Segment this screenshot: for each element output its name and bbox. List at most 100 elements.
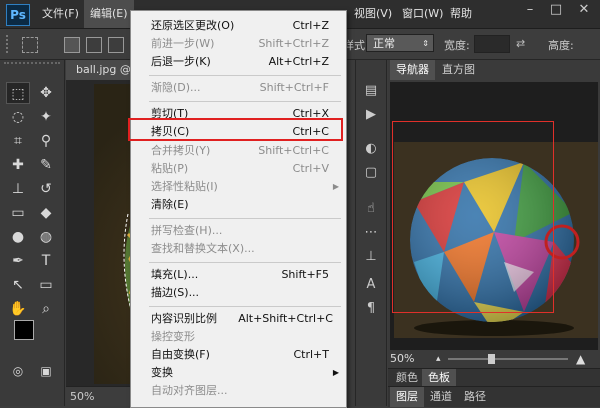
eraser-tool-icon[interactable]: ▭ — [6, 202, 30, 224]
dodge-tool-icon[interactable]: ◍ — [34, 226, 58, 248]
quick-mask-icon[interactable]: ◎ — [6, 360, 30, 382]
chevron-updown-icon: ⇕ — [422, 39, 429, 48]
zoom-in-icon[interactable]: ▲ — [576, 350, 585, 368]
path-selection-tool-icon[interactable]: ↖ — [6, 274, 30, 296]
clone-source-icon[interactable]: ⊥ — [361, 248, 381, 266]
zoom-out-icon[interactable]: ▴ — [436, 350, 441, 368]
zoom-tool-icon[interactable]: ⌕ — [34, 298, 58, 320]
menu-separator — [149, 306, 341, 307]
lasso-tool-icon[interactable]: ◌ — [6, 106, 30, 128]
menu-separator — [149, 218, 341, 219]
menu-item-label: 清除(E) — [151, 198, 189, 211]
color-panel-tabs: 颜色 色板 — [388, 368, 600, 387]
actions-panel-icon[interactable]: ▶ — [361, 106, 381, 124]
screen-mode-icon[interactable]: ▣ — [34, 360, 58, 382]
menu-item-label: 填充(L)... — [151, 268, 199, 281]
masks-panel-icon[interactable]: ▢ — [361, 164, 381, 182]
magic-wand-tool-icon[interactable]: ✦ — [34, 106, 58, 128]
status-zoom: 50% — [70, 390, 95, 403]
tab-layers[interactable]: 图层 — [390, 387, 424, 407]
blur-tool-icon[interactable]: ● — [6, 226, 30, 248]
menu-item-shortcut: Ctrl+V — [292, 162, 329, 175]
menu-item-label: 渐隐(D)... — [151, 81, 201, 94]
history-brush-tool-icon[interactable]: ↺ — [34, 178, 58, 200]
menu-help[interactable]: 帮助 — [444, 0, 478, 28]
menu-view[interactable]: 视图(V) — [348, 0, 398, 28]
add-selection-icon[interactable] — [86, 37, 102, 53]
rectangular-marquee-tool-icon[interactable]: ⬚ — [6, 82, 30, 104]
menu-item-transform[interactable]: 变换 ▶ — [151, 364, 341, 382]
menu-item-auto-align-layers: 自动对齐图层... — [151, 382, 341, 400]
menu-item-paste: 粘贴(P) Ctrl+V — [151, 160, 341, 178]
menu-item-label: 变换 — [151, 366, 173, 379]
menu-item-free-transform[interactable]: 自由变换(F) Ctrl+T — [151, 346, 341, 364]
menu-item-puppet-warp: 操控变形 — [151, 328, 341, 346]
paint-bucket-tool-icon[interactable]: ◆ — [34, 202, 58, 224]
menu-item-fill[interactable]: 填充(L)... Shift+F5 — [151, 266, 341, 284]
tab-color[interactable]: 颜色 — [390, 369, 424, 387]
submenu-arrow-icon: ▶ — [332, 182, 339, 191]
tool-presets-icon[interactable]: ☝ — [361, 200, 381, 218]
width-label: 宽度: — [444, 39, 470, 52]
zoom-slider-handle[interactable] — [488, 354, 495, 364]
menu-item-label: 描边(S)... — [151, 286, 200, 299]
menu-item-shortcut: Shift+F5 — [281, 268, 329, 281]
menu-item-clear[interactable]: 清除(E) — [151, 196, 341, 214]
move-tool-icon[interactable]: ✥ — [34, 82, 58, 104]
rectangle-tool-icon[interactable]: ▭ — [34, 274, 58, 296]
character-panel-icon[interactable]: A — [361, 276, 381, 294]
paragraph-panel-icon[interactable]: ¶ — [361, 300, 381, 318]
menu-item-shortcut: Ctrl+T — [293, 348, 329, 361]
menu-item-label: 前进一步(W) — [151, 37, 215, 50]
menu-item-undo[interactable]: 还原选区更改(O) Ctrl+Z — [151, 17, 341, 35]
grip-icon — [6, 35, 12, 53]
width-field[interactable] — [474, 35, 510, 53]
type-tool-icon[interactable]: T — [34, 250, 58, 272]
new-selection-icon[interactable] — [64, 37, 80, 53]
tab-swatches[interactable]: 色板 — [422, 369, 456, 387]
menu-item-label: 合并拷贝(Y) — [151, 144, 211, 157]
maximize-button[interactable]: □ — [544, 0, 568, 22]
history-panel-icon[interactable]: ▤ — [361, 82, 381, 100]
pen-tool-icon[interactable]: ✒ — [6, 250, 30, 272]
clone-stamp-tool-icon[interactable]: ⊥ — [6, 178, 30, 200]
menu-window[interactable]: 窗口(W) — [396, 0, 449, 28]
edit-menu-dropdown: 还原选区更改(O) Ctrl+Z 前进一步(W) Shift+Ctrl+Z 后退一步… — [130, 10, 347, 408]
menu-item-shortcut: Shift+Ctrl+F — [259, 81, 329, 94]
menu-separator — [149, 262, 341, 263]
menu-item-stroke[interactable]: 描边(S)... — [151, 284, 341, 302]
zoom-slider-track[interactable] — [448, 358, 568, 360]
subtract-selection-icon[interactable] — [108, 37, 124, 53]
menu-item-step-forward: 前进一步(W) Shift+Ctrl+Z — [151, 35, 341, 53]
brush-panel-icon[interactable]: ⋯ — [361, 224, 381, 242]
marquee-preset-icon[interactable] — [22, 37, 38, 53]
healing-brush-tool-icon[interactable]: ✚ — [6, 154, 30, 176]
tools-panel: ⬚ ✥ ◌ ✦ ⌗ ⚲ ✚ ✎ ⊥ ↺ ▭ ◆ ● ◍ ✒ T ↖ ▭ ✋ ⌕ … — [0, 60, 65, 406]
menu-item-step-backward[interactable]: 后退一步(K) Alt+Ctrl+Z — [151, 53, 341, 71]
adjustments-panel-icon[interactable]: ◐ — [361, 140, 381, 158]
tab-channels[interactable]: 通道 — [424, 387, 458, 407]
menu-file[interactable]: 文件(F) — [36, 0, 85, 28]
menu-separator — [149, 101, 341, 102]
foreground-color-fill — [15, 321, 33, 339]
tab-navigator[interactable]: 导航器 — [390, 60, 435, 80]
eyedropper-tool-icon[interactable]: ⚲ — [34, 130, 58, 152]
menu-item-copy-merged: 合并拷贝(Y) Shift+Ctrl+C — [151, 142, 341, 160]
navigator-view-box[interactable] — [392, 121, 554, 313]
brush-tool-icon[interactable]: ✎ — [34, 154, 58, 176]
swap-icon[interactable]: ⇄ — [516, 37, 525, 50]
menu-edit[interactable]: 编辑(E) — [84, 0, 134, 28]
minimize-button[interactable]: – — [518, 0, 542, 22]
tab-paths[interactable]: 路径 — [458, 387, 492, 407]
menu-item-content-aware-scale[interactable]: 内容识别比例 Alt+Shift+Ctrl+C — [151, 310, 341, 328]
navigator-zoom-value[interactable]: 50% — [390, 350, 414, 368]
hand-tool-icon[interactable]: ✋ — [6, 298, 30, 320]
submenu-arrow-icon: ▶ — [332, 368, 339, 377]
style-select[interactable]: 正常 ⇕ — [366, 34, 434, 52]
crop-tool-icon[interactable]: ⌗ — [6, 130, 30, 152]
menu-item-label: 还原选区更改(O) — [151, 19, 235, 32]
menu-item-find-replace: 查找和替换文本(X)... — [151, 240, 341, 258]
close-button[interactable]: ✕ — [572, 0, 596, 22]
tab-histogram[interactable]: 直方图 — [436, 60, 481, 80]
foreground-color-swatch[interactable] — [14, 320, 34, 340]
